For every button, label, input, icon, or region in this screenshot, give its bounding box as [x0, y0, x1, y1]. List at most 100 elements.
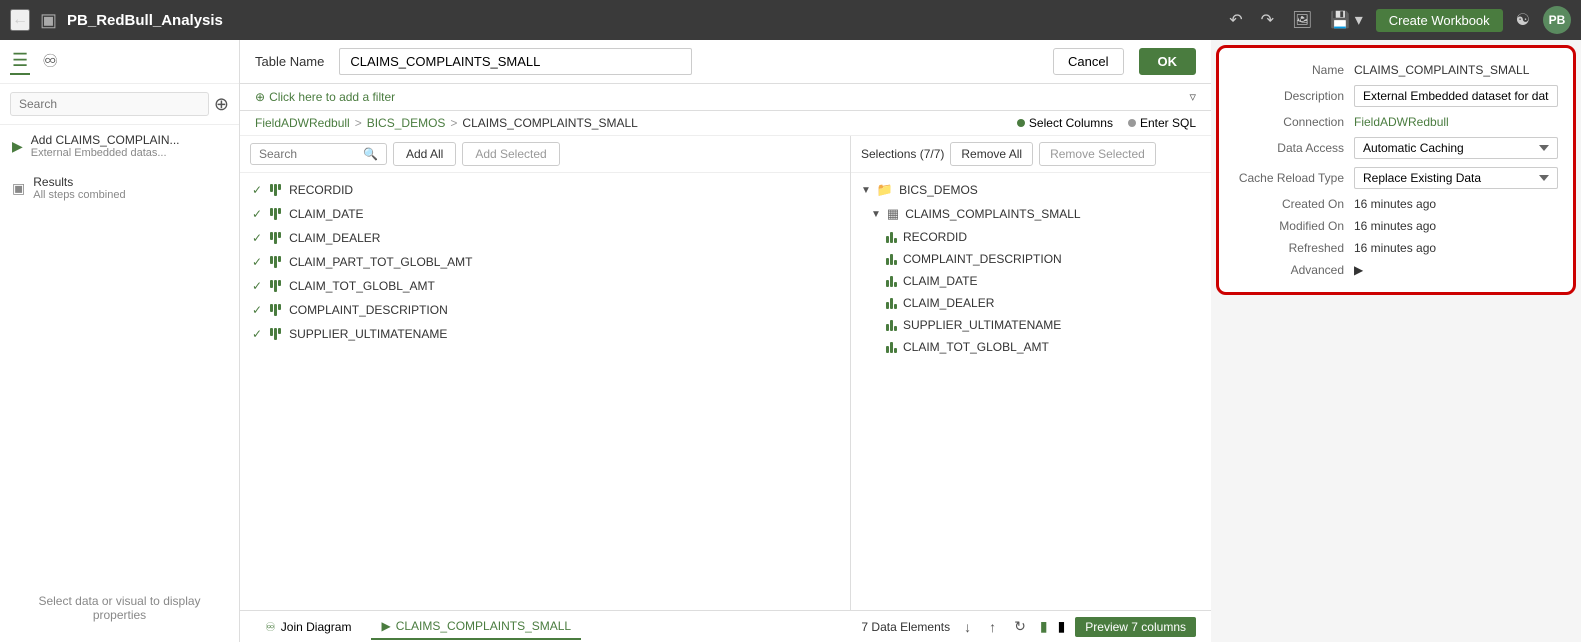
tree-item[interactable]: SUPPLIER_ULTIMATENAME	[851, 314, 1211, 336]
save-button[interactable]: 💾 ▾	[1325, 8, 1367, 32]
up-arrow-button[interactable]: ↑	[985, 617, 1000, 637]
sidebar-search-input[interactable]	[10, 92, 209, 116]
description-row: Description	[1234, 85, 1558, 107]
advanced-arrow[interactable]: ▶	[1354, 263, 1363, 277]
tree-item[interactable]: CLAIM_TOT_GLOBL_AMT	[851, 336, 1211, 358]
add-selected-button[interactable]: Add Selected	[462, 142, 559, 166]
list-item[interactable]: ✓ CLAIM_DATE	[240, 202, 850, 226]
breadcrumb-row: FieldADWRedbull > BICS_DEMOS > CLAIMS_CO…	[240, 111, 1211, 136]
sidebar-tabs: ☰ ♾	[0, 40, 239, 84]
workbook-title: PB_RedBull_Analysis	[67, 12, 1214, 29]
column-bar-icon	[270, 256, 281, 268]
search-icon: 🔍	[363, 147, 378, 161]
column-search-input[interactable]	[259, 147, 359, 161]
tree-col-icon	[886, 254, 897, 265]
breadcrumb-part2[interactable]: BICS_DEMOS	[367, 116, 446, 130]
add-all-button[interactable]: Add All	[393, 142, 456, 166]
column-bar-icon	[270, 328, 281, 340]
breadcrumb-sep2: >	[450, 116, 457, 130]
refresh-button[interactable]: ↻	[1010, 616, 1030, 637]
tree-col-label: RECORDID	[903, 230, 967, 244]
sidebar-results[interactable]: ▣ Results All steps combined	[0, 167, 239, 209]
sidebar-tab-menu[interactable]: ☰	[10, 48, 30, 75]
breadcrumb-part1[interactable]: FieldADWRedbull	[255, 116, 350, 130]
create-workbook-button[interactable]: Create Workbook	[1376, 9, 1503, 32]
add-filter-text: Click here to add a filter	[269, 90, 395, 104]
cancel-button[interactable]: Cancel	[1053, 48, 1123, 75]
name-label: Name	[1234, 63, 1344, 77]
name-value: CLAIMS_COMPLAINTS_SMALL	[1354, 63, 1529, 77]
tree-col-icon	[886, 276, 897, 287]
name-row: Name CLAIMS_COMPLAINTS_SMALL	[1234, 63, 1558, 77]
back-button[interactable]: ←	[10, 9, 30, 31]
tree-col-label: CLAIM_DATE	[903, 274, 977, 288]
advanced-row: Advanced ▶	[1234, 263, 1558, 277]
preview-button[interactable]: Preview 7 columns	[1075, 617, 1196, 637]
table-name-input[interactable]	[339, 48, 692, 75]
down-arrow-button[interactable]: ↓	[960, 617, 975, 637]
column-name: COMPLAINT_DESCRIPTION	[289, 303, 448, 317]
check-icon: ✓	[252, 303, 262, 317]
dataset-info-panel: Name CLAIMS_COMPLAINTS_SMALL Description…	[1216, 45, 1576, 295]
column-bar-icon	[270, 208, 281, 220]
list-item[interactable]: ✓ CLAIM_TOT_GLOBL_AMT	[240, 274, 850, 298]
list-item[interactable]: ✓ CLAIM_DEALER	[240, 226, 850, 250]
breadcrumb-part3: CLAIMS_COMPLAINTS_SMALL	[462, 116, 637, 130]
available-columns-panel: 🔍 Add All Add Selected ✓ RECORDID ✓	[240, 136, 851, 610]
data-access-select[interactable]: Automatic Caching Live Manual Caching	[1354, 137, 1558, 159]
column-bar-icon	[270, 184, 281, 196]
tree-item[interactable]: CLAIM_DATE	[851, 270, 1211, 292]
results-icon: ▣	[12, 180, 25, 197]
modified-on-row: Modified On 16 minutes ago	[1234, 219, 1558, 233]
join-diagram-icon: ♾	[265, 620, 276, 634]
tree-table-item[interactable]: ▼ ▦ CLAIMS_COMPLAINTS_SMALL	[851, 202, 1211, 226]
preview-icon-button[interactable]: 🖼	[1287, 8, 1317, 32]
cache-reload-label: Cache Reload Type	[1234, 171, 1344, 185]
tree-item[interactable]: COMPLAINT_DESCRIPTION	[851, 248, 1211, 270]
connection-row: Connection FieldADWRedbull	[1234, 115, 1558, 129]
column-search-box[interactable]: 🔍	[250, 143, 387, 165]
remove-selected-button[interactable]: Remove Selected	[1039, 142, 1156, 166]
connection-value[interactable]: FieldADWRedbull	[1354, 115, 1449, 129]
tree-item[interactable]: CLAIM_DEALER	[851, 292, 1211, 314]
sidebar-item-claims[interactable]: ▶ Add CLAIMS_COMPLAIN... External Embedd…	[0, 125, 239, 167]
table-tab[interactable]: ▶ CLAIMS_COMPLAINTS_SMALL	[371, 614, 581, 640]
tree-area: ▼ 📁 BICS_DEMOS ▼ ▦ CLAIMS_COMPLAINTS_SMA…	[851, 173, 1211, 610]
tree-folder-item[interactable]: ▼ 📁 BICS_DEMOS	[851, 178, 1211, 202]
results-content: Results All steps combined	[33, 175, 125, 201]
redo-button[interactable]: ↷	[1256, 8, 1279, 32]
column-list: ✓ RECORDID ✓ CLAIM_DATE ✓ CLAIM_DEALER ✓	[240, 173, 850, 610]
advanced-label: Advanced	[1234, 263, 1344, 277]
filter-icon[interactable]: ▿	[1189, 89, 1196, 105]
sidebar-add-button[interactable]: ⊕	[214, 94, 229, 115]
list-item[interactable]: ✓ COMPLAINT_DESCRIPTION	[240, 298, 850, 322]
select-columns-mode[interactable]: Select Columns	[1017, 116, 1113, 130]
main-content-wrapper: Table Name Cancel OK ⊕ Click here to add…	[240, 40, 1581, 642]
refreshed-value: 16 minutes ago	[1354, 241, 1436, 255]
remove-all-button[interactable]: Remove All	[950, 142, 1033, 166]
columns-toolbar: 🔍 Add All Add Selected	[240, 136, 850, 173]
center-content: Table Name Cancel OK ⊕ Click here to add…	[240, 40, 1211, 642]
sidebar-item-subtitle: External Embedded datas...	[31, 147, 180, 159]
sidebar-tab-connect[interactable]: ♾	[40, 48, 60, 75]
join-diagram-tab[interactable]: ♾ Join Diagram	[255, 615, 361, 639]
list-item[interactable]: ✓ SUPPLIER_ULTIMATENAME	[240, 322, 850, 346]
undo-button[interactable]: ↶	[1224, 8, 1247, 32]
tree-item[interactable]: RECORDID	[851, 226, 1211, 248]
tree-col-label: SUPPLIER_ULTIMATENAME	[903, 318, 1061, 332]
enter-sql-mode[interactable]: Enter SQL	[1128, 116, 1196, 130]
table-header-row: Table Name Cancel OK	[240, 40, 1211, 84]
list-item[interactable]: ✓ RECORDID	[240, 178, 850, 202]
description-input[interactable]	[1354, 85, 1558, 107]
add-filter-button[interactable]: ⊕ Click here to add a filter	[255, 90, 395, 104]
workbook-icon: ▣	[40, 10, 57, 31]
check-icon: ✓	[252, 183, 262, 197]
left-sidebar: ☰ ♾ ⊕ ▶ Add CLAIMS_COMPLAIN... External …	[0, 40, 240, 642]
list-item[interactable]: ✓ CLAIM_PART_TOT_GLOBL_AMT	[240, 250, 850, 274]
check-icon: ✓	[252, 279, 262, 293]
ok-button[interactable]: OK	[1139, 48, 1197, 75]
cache-reload-select[interactable]: Replace Existing Data Append Data	[1354, 167, 1558, 189]
selections-label: Selections (7/7)	[861, 147, 944, 161]
bookmark-button[interactable]: ☯	[1511, 8, 1535, 32]
select-columns-label: Select Columns	[1029, 116, 1113, 130]
